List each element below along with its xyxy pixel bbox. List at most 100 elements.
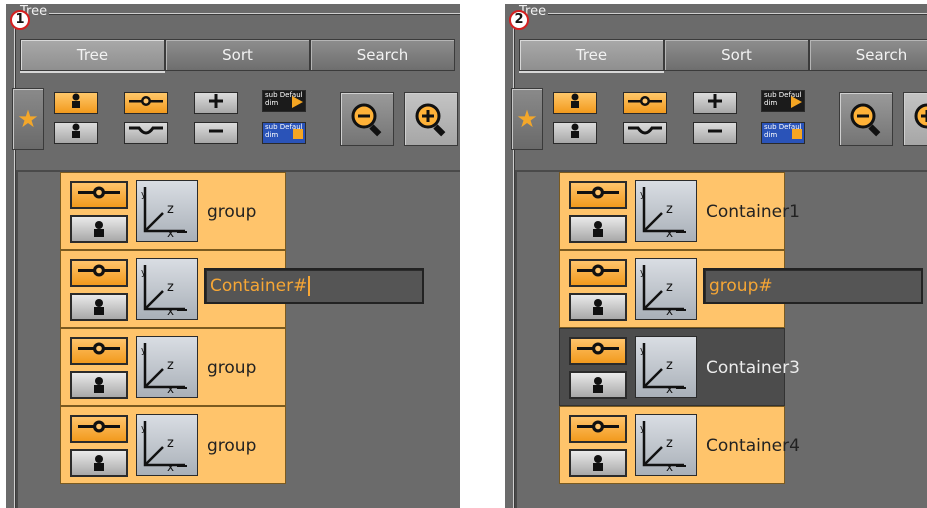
rename-input[interactable]: group# xyxy=(703,268,923,304)
plus-button[interactable] xyxy=(194,92,238,114)
rename-input[interactable]: Container# xyxy=(204,268,424,304)
tree-node-selected[interactable]: y zx Container3 xyxy=(559,328,800,406)
tree-node[interactable]: y zx Container4 xyxy=(559,406,800,484)
axis-xyz-icon[interactable]: y zx xyxy=(635,414,697,476)
zoom-out-icon xyxy=(351,103,382,137)
sub-default-top[interactable]: sub Defaul dim xyxy=(262,90,306,112)
svg-text:x: x xyxy=(666,382,673,396)
sub-default-bottom[interactable]: sub Defaul dim xyxy=(262,122,306,144)
svg-text:x: x xyxy=(666,304,673,318)
person-icon xyxy=(593,299,603,315)
svg-text:z: z xyxy=(167,280,174,295)
curve-button[interactable] xyxy=(623,122,667,144)
person-toggle-button[interactable] xyxy=(70,449,128,477)
person-toggle-button[interactable] xyxy=(569,371,627,399)
svg-text:z: z xyxy=(167,358,174,373)
tab-sort[interactable]: Sort xyxy=(664,39,809,71)
person-toggle-button[interactable] xyxy=(70,293,128,321)
axis-xyz-icon[interactable]: y zx xyxy=(136,258,198,320)
minus-button[interactable] xyxy=(693,122,737,144)
eye-icon xyxy=(577,186,619,199)
axis-xyz-icon[interactable]: y zx xyxy=(635,258,697,320)
zoom-out-button[interactable] xyxy=(340,92,394,146)
person-toggle-button[interactable] xyxy=(70,215,128,243)
svg-text:y: y xyxy=(640,424,646,434)
person-icon xyxy=(571,93,579,108)
eye-icon xyxy=(78,264,120,277)
tree-node[interactable]: y zx Container1 xyxy=(559,172,800,250)
person-toggle-button[interactable] xyxy=(569,449,627,477)
tab-bar: Tree Sort Search xyxy=(20,39,455,73)
svg-text:z: z xyxy=(666,436,673,451)
eye-toggle-button[interactable] xyxy=(569,337,627,365)
star-icon[interactable]: ★ xyxy=(12,88,44,150)
plus-button[interactable] xyxy=(693,92,737,114)
axis-xyz-icon[interactable]: y zx xyxy=(136,336,198,398)
zoom-in-icon xyxy=(415,103,446,137)
tree-node[interactable]: y zx group xyxy=(60,328,286,406)
person-icon xyxy=(593,221,603,237)
eye-icon xyxy=(78,420,120,433)
zoom-out-icon xyxy=(850,103,881,137)
eye-icon xyxy=(577,264,619,277)
person-toggle-button[interactable] xyxy=(553,92,597,114)
eye-toggle-button[interactable] xyxy=(569,181,627,209)
axis-xyz-icon[interactable]: y zx xyxy=(136,180,198,242)
minus-icon xyxy=(209,129,223,133)
eye-toggle-button[interactable] xyxy=(623,92,667,114)
zoom-in-button[interactable] xyxy=(903,92,927,146)
play-icon xyxy=(791,96,802,108)
star-icon[interactable]: ★ xyxy=(511,88,543,150)
play-icon xyxy=(292,96,303,108)
svg-text:x: x xyxy=(666,226,673,240)
tab-search[interactable]: Search xyxy=(809,39,927,71)
person-icon xyxy=(593,455,603,471)
axis-xyz-icon[interactable]: y zx xyxy=(635,180,697,242)
text-caret xyxy=(308,276,311,296)
svg-text:x: x xyxy=(167,382,174,396)
person-gray-button[interactable] xyxy=(553,122,597,144)
eye-toggle-button[interactable] xyxy=(70,415,128,443)
svg-text:z: z xyxy=(666,280,673,295)
step-badge: 2 xyxy=(509,10,529,30)
tree-node[interactable]: y zx group xyxy=(60,172,286,250)
toolbar: ★ sub Defaul dim sub Defaul dim xyxy=(509,82,927,162)
zoom-in-button[interactable] xyxy=(404,92,458,146)
eye-toggle-button[interactable] xyxy=(569,259,627,287)
sub-default-bottom[interactable]: sub Defaul dim xyxy=(761,122,805,144)
svg-text:y: y xyxy=(640,268,646,278)
person-toggle-button[interactable] xyxy=(569,215,627,243)
curve-button[interactable] xyxy=(124,122,168,144)
eye-icon xyxy=(577,342,619,355)
person-toggle-button[interactable] xyxy=(569,293,627,321)
person-gray-button[interactable] xyxy=(54,122,98,144)
person-toggle-button[interactable] xyxy=(54,92,98,114)
svg-text:z: z xyxy=(167,202,174,217)
sub-default-top[interactable]: sub Defaul dim xyxy=(761,90,805,112)
eye-toggle-button[interactable] xyxy=(70,337,128,365)
svg-text:y: y xyxy=(640,346,646,356)
svg-text:z: z xyxy=(666,202,673,217)
eye-toggle-button[interactable] xyxy=(70,181,128,209)
tree-node[interactable]: y zx group xyxy=(60,406,286,484)
eye-toggle-button[interactable] xyxy=(70,259,128,287)
tab-search[interactable]: Search xyxy=(310,39,455,71)
eye-icon xyxy=(78,186,120,199)
minus-button[interactable] xyxy=(194,122,238,144)
axis-xyz-icon[interactable]: y zx xyxy=(635,336,697,398)
eye-toggle-button[interactable] xyxy=(124,92,168,114)
axis-xyz-icon[interactable]: y zx xyxy=(136,414,198,476)
tab-bar: Tree Sort Search xyxy=(519,39,927,73)
zoom-out-button[interactable] xyxy=(839,92,893,146)
curve-icon xyxy=(628,126,662,135)
plus-icon xyxy=(708,94,722,108)
eye-toggle-button[interactable] xyxy=(569,415,627,443)
tab-sort[interactable]: Sort xyxy=(165,39,310,71)
person-toggle-button[interactable] xyxy=(70,371,128,399)
svg-text:x: x xyxy=(666,460,673,474)
square-icon xyxy=(792,129,802,139)
tab-tree[interactable]: Tree xyxy=(519,39,664,71)
minus-icon xyxy=(708,129,722,133)
node-label: Container1 xyxy=(706,202,800,222)
tab-tree[interactable]: Tree xyxy=(20,39,165,71)
